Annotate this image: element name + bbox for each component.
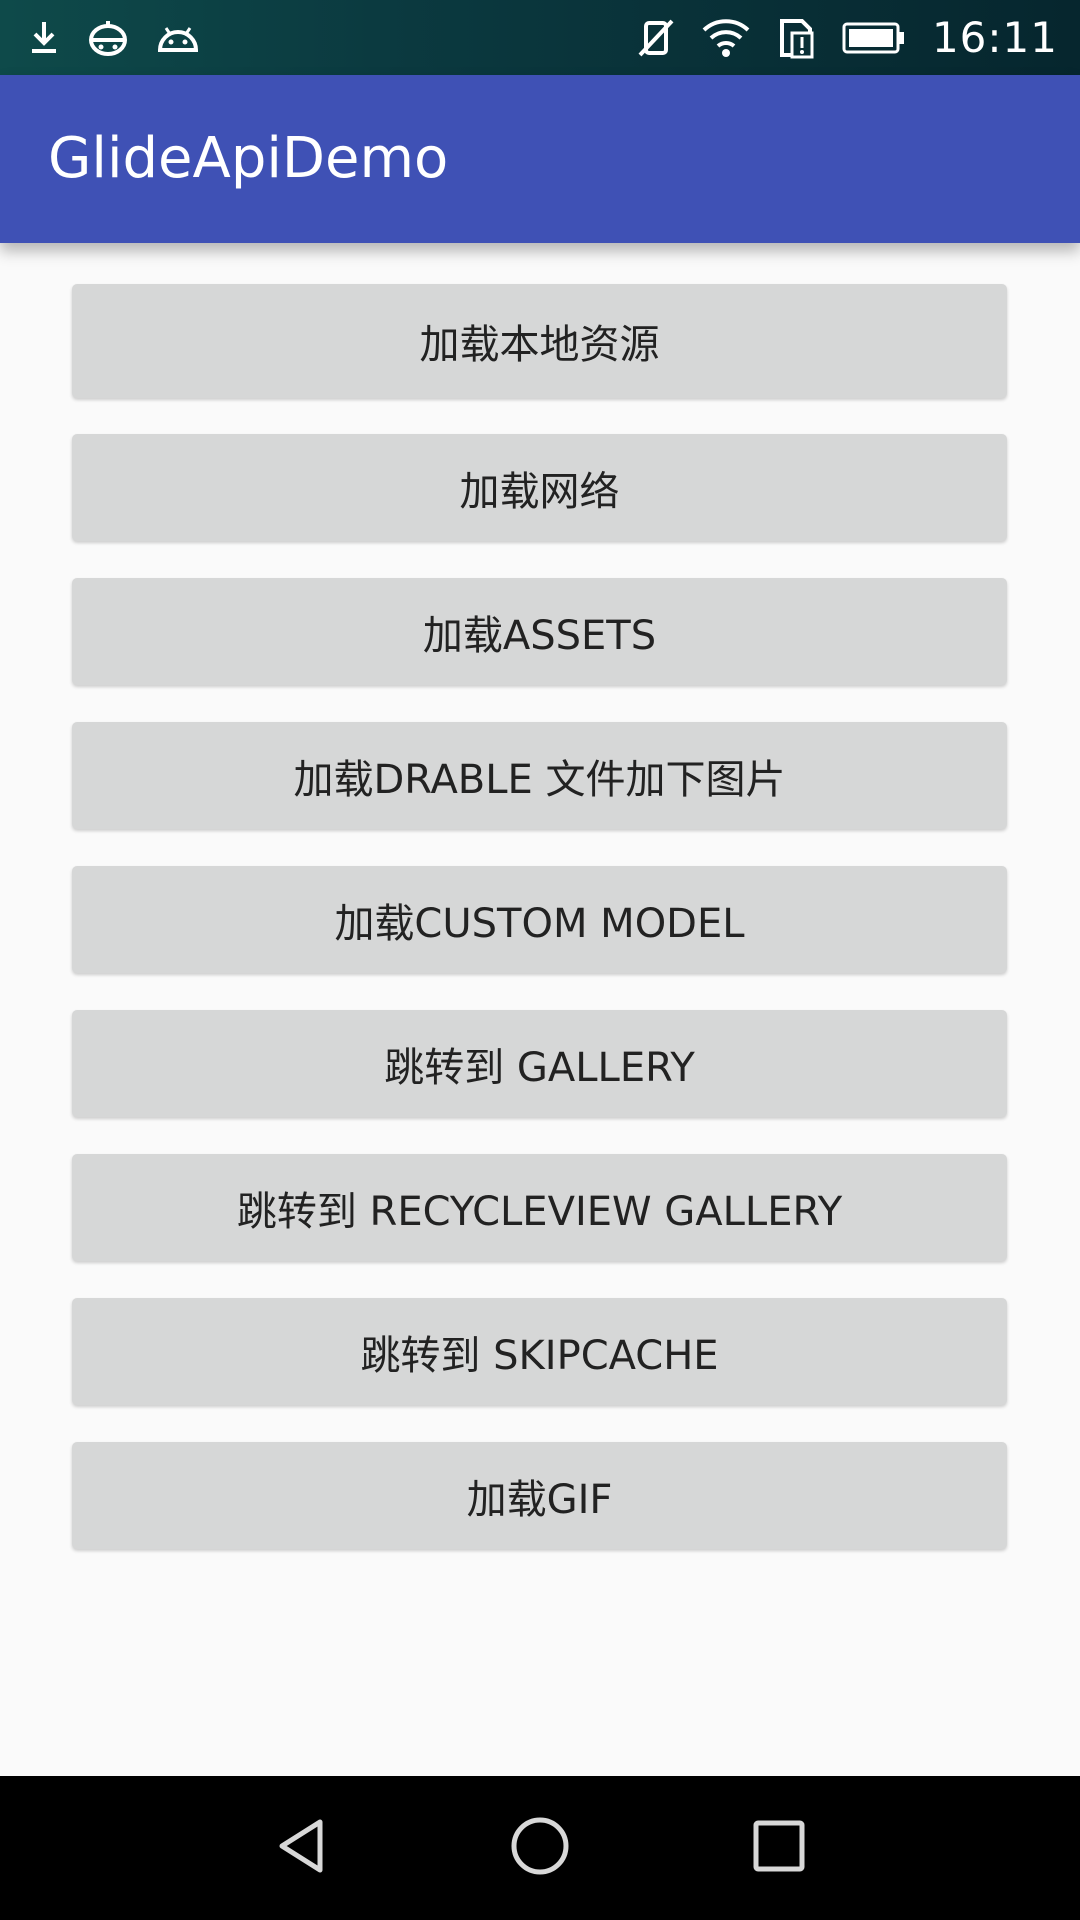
- battery-icon: [842, 20, 906, 56]
- app-bar: GlideApiDemo: [0, 75, 1080, 243]
- navigation-bar: [0, 1776, 1080, 1920]
- app-title: GlideApiDemo: [48, 126, 449, 191]
- load-drawable-button[interactable]: 加载DRABLE 文件加下图片: [72, 722, 1007, 829]
- load-local-resource-button[interactable]: 加载本地资源: [72, 284, 1007, 398]
- home-button[interactable]: [480, 1776, 600, 1920]
- goto-recycleview-gallery-button[interactable]: 跳转到 RECYCLEVIEW GALLERY: [72, 1154, 1007, 1261]
- goto-gallery-button[interactable]: 跳转到 GALLERY: [72, 1010, 1007, 1117]
- wifi-icon: [702, 18, 750, 58]
- status-bar: 16:11: [0, 0, 1080, 75]
- download-icon: [28, 18, 60, 58]
- goto-skipcache-button[interactable]: 跳转到 SKIPCACHE: [72, 1298, 1007, 1405]
- back-icon: [272, 1816, 328, 1880]
- load-gif-button[interactable]: 加载GIF: [72, 1442, 1007, 1549]
- content-scroll[interactable]: newbie00001 加载本地资源 加载网络 加载ASSETS 加载DRABL…: [0, 243, 1080, 1776]
- load-assets-button[interactable]: 加载ASSETS: [72, 578, 1007, 685]
- sim-alert-icon: [776, 17, 816, 59]
- status-time: 16:11: [931, 13, 1058, 62]
- recents-icon: [752, 1819, 806, 1877]
- screen: 16:11 GlideApiDemo newbie00001 加载本地资源 加载…: [0, 0, 1080, 1920]
- scrolled-text: newbie00001: [312, 243, 610, 250]
- home-icon: [510, 1816, 570, 1880]
- load-network-button[interactable]: 加载网络: [72, 434, 1007, 541]
- back-button[interactable]: [240, 1776, 360, 1920]
- android-icon: [156, 20, 200, 56]
- load-custom-model-button[interactable]: 加载CUSTOM MODEL: [72, 866, 1007, 973]
- vibrate-off-icon: [636, 17, 676, 59]
- android-debug-icon: [86, 18, 130, 58]
- recents-button[interactable]: [719, 1776, 839, 1920]
